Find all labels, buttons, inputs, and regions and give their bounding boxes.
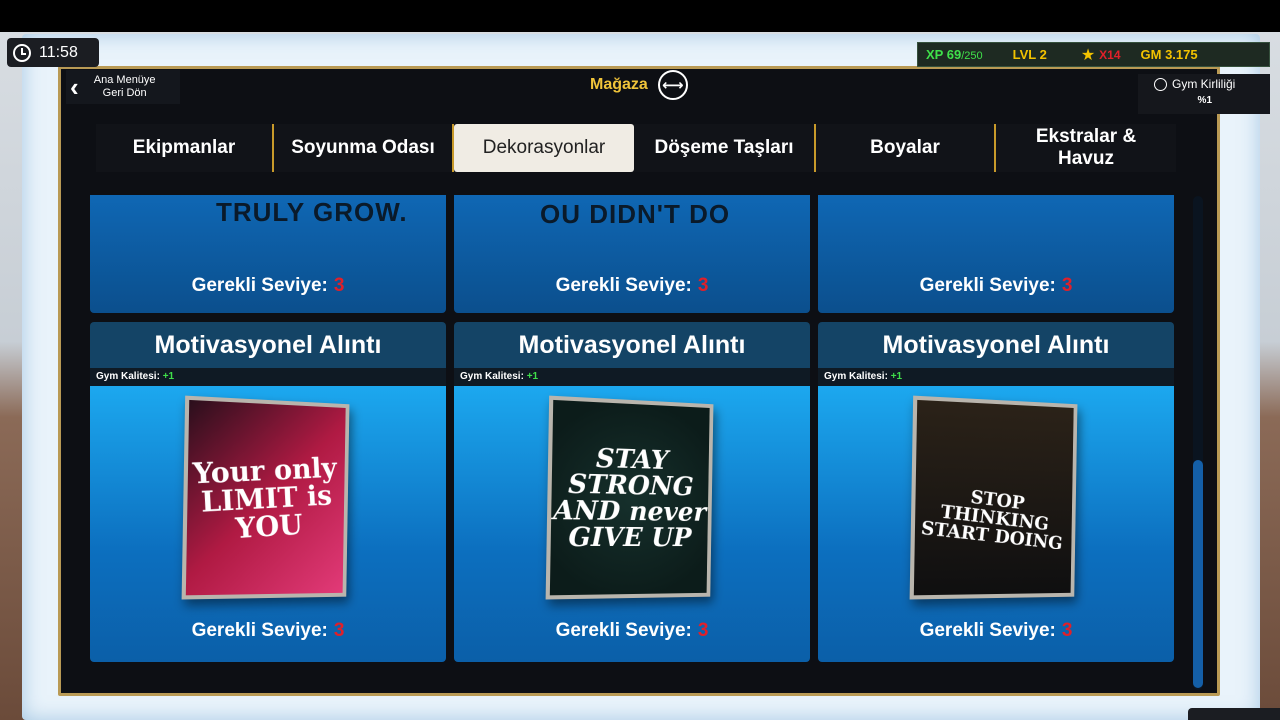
- gym-quality: Gym Kalitesi: +1: [454, 368, 810, 386]
- back-label: Ana Menüye Geri Dön: [93, 74, 156, 99]
- card-title: Motivasyonel Alıntı: [90, 322, 446, 368]
- required-level: Gerekli Seviye: 3: [555, 620, 709, 641]
- top-black-bar: [0, 0, 1280, 32]
- player-stats-bar: XP 69/250 LVL 2 ★ X14 GM 3.175: [917, 42, 1270, 67]
- bottom-corner-widget: [1188, 708, 1280, 720]
- dirt-label: Gym Kirliliği: [1172, 77, 1236, 91]
- clock: 11:58: [7, 38, 99, 67]
- clock-time: 11:58: [39, 43, 78, 61]
- scrollbar[interactable]: [1193, 196, 1203, 690]
- card-preview: STOP THINKING START DOING Gerekli Seviye…: [818, 386, 1174, 662]
- card-preview: STAY STRONG AND never GIVE UP Gerekli Se…: [454, 386, 810, 662]
- poster-image: Your only LIMIT is YOU: [181, 395, 350, 600]
- required-level: Gerekli Seviye: 3: [919, 275, 1073, 296]
- chevron-left-icon: ‹: [70, 71, 79, 102]
- partial-poster-art: TRULY GROW.: [216, 197, 408, 227]
- tab-boyalar[interactable]: Boyalar: [816, 124, 996, 172]
- gym-quality: Gym Kalitesi: +1: [818, 368, 1174, 386]
- required-level: Gerekli Seviye: 3: [555, 275, 709, 296]
- card-preview: Your only LIMIT is YOU Gerekli Seviye: 3: [90, 386, 446, 662]
- gym-dirt-indicator: Gym Kirliliği %1: [1138, 74, 1270, 114]
- category-tabs: Ekipmanlar Soyunma Odası Dekorasyonlar D…: [96, 124, 1176, 172]
- poster-image: STAY STRONG AND never GIVE UP: [545, 395, 714, 600]
- back-to-menu-button[interactable]: ‹ Ana Menüye Geri Dön: [66, 70, 180, 104]
- product-card[interactable]: Motivasyonel Alıntı Gym Kalitesi: +1 You…: [90, 322, 446, 662]
- card-title: Motivasyonel Alıntı: [818, 322, 1174, 368]
- product-grid: TRULY GROW. Gerekli Seviye: 3 OU DIDN'T D…: [88, 195, 1180, 665]
- level-stat: LVL 2: [1012, 47, 1047, 62]
- tab-soyunma-odasi[interactable]: Soyunma Odası: [274, 124, 454, 172]
- dumbbell-icon: ⟷: [657, 70, 688, 100]
- page-title: Mağaza: [590, 76, 648, 93]
- gm-money-stat: GM 3.175: [1140, 47, 1198, 62]
- product-card[interactable]: TRULY GROW. Gerekli Seviye: 3: [90, 195, 446, 313]
- card-title: Motivasyonel Alıntı: [454, 322, 810, 368]
- clock-icon: [13, 43, 31, 62]
- tab-ekstralar-havuz[interactable]: Ekstralar & Havuz: [996, 124, 1176, 172]
- gym-quality: Gym Kalitesi: +1: [90, 368, 446, 386]
- product-card[interactable]: OU DIDN'T DO Gerekli Seviye: 3: [454, 195, 810, 313]
- tab-doseme-taslari[interactable]: Döşeme Taşları: [634, 124, 816, 172]
- xp-stat: XP 69/250: [926, 47, 983, 62]
- dirt-value: %1: [1197, 95, 1212, 106]
- stars-stat: X14: [1099, 47, 1121, 62]
- required-level: Gerekli Seviye: 3: [919, 620, 1073, 641]
- product-card[interactable]: Gerekli Seviye: 3: [818, 195, 1174, 313]
- product-card[interactable]: Motivasyonel Alıntı Gym Kalitesi: +1 STA…: [454, 322, 810, 662]
- star-icon: ★: [1080, 46, 1096, 64]
- tab-ekipmanlar[interactable]: Ekipmanlar: [96, 124, 274, 172]
- poster-image: STOP THINKING START DOING: [909, 395, 1078, 600]
- scrollbar-thumb[interactable]: [1193, 460, 1203, 688]
- required-level: Gerekli Seviye: 3: [191, 275, 345, 296]
- dirt-icon: [1154, 77, 1167, 91]
- product-card[interactable]: Motivasyonel Alıntı Gym Kalitesi: +1 STO…: [818, 322, 1174, 662]
- partial-poster-art: OU DIDN'T DO: [540, 199, 731, 229]
- required-level: Gerekli Seviye: 3: [191, 620, 345, 641]
- tab-dekorasyonlar[interactable]: Dekorasyonlar: [454, 124, 634, 172]
- shop-title: Mağaza ⟷: [590, 70, 688, 100]
